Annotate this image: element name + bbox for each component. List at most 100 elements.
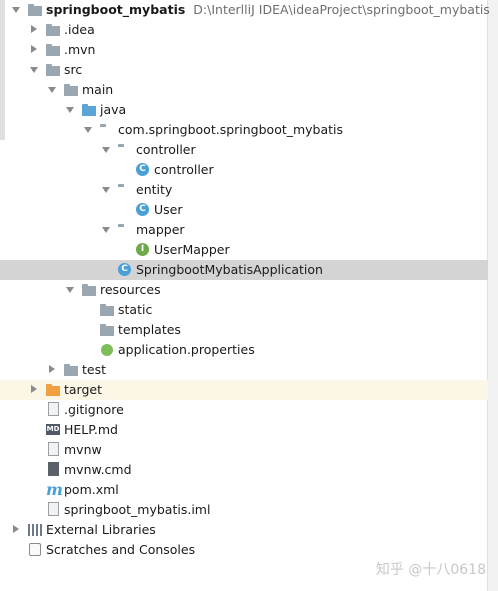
- tree-label: Scratches and Consoles: [46, 542, 196, 557]
- markdown-icon: MD: [46, 424, 60, 435]
- tree-node-controller-pkg[interactable]: controller: [0, 140, 488, 160]
- tree-label: mvnw: [64, 442, 102, 457]
- spring-class-icon: C: [118, 263, 131, 276]
- tree-label: application.properties: [118, 342, 255, 357]
- tree-label: External Libraries: [46, 522, 156, 537]
- tree-label: main: [82, 82, 114, 97]
- package-icon: [118, 143, 132, 157]
- tree-node-mvnw[interactable]: mvnw: [0, 440, 488, 460]
- excluded-folder-icon: [46, 383, 60, 397]
- file-icon: [48, 442, 59, 456]
- tree-label: User: [154, 202, 183, 217]
- tree-node-iml[interactable]: springboot_mybatis.iml: [0, 500, 488, 520]
- tree-node-app-props[interactable]: application.properties: [0, 340, 488, 360]
- chevron-down-icon[interactable]: [100, 220, 112, 240]
- tree-label: resources: [100, 282, 161, 297]
- tree-node-static[interactable]: static: [0, 300, 488, 320]
- tree-node-external-libraries[interactable]: External Libraries: [0, 520, 488, 540]
- chevron-down-icon[interactable]: [100, 180, 112, 200]
- class-icon: C: [136, 203, 149, 216]
- folder-icon: [100, 323, 114, 337]
- package-icon: [118, 183, 132, 197]
- chevron-right-icon[interactable]: [28, 380, 40, 400]
- chevron-down-icon[interactable]: [64, 280, 76, 300]
- tree-label: .mvn: [64, 42, 96, 57]
- tree-label: HELP.md: [64, 422, 118, 437]
- tree-node-java[interactable]: java: [0, 100, 488, 120]
- tree-label: springboot_mybatis.iml: [64, 502, 211, 517]
- chevron-down-icon[interactable]: [82, 120, 94, 140]
- tree-node-project[interactable]: springboot_mybatis D:\InterlliJ IDEA\idea…: [0, 0, 490, 20]
- project-path: D:\InterlliJ IDEA\ideaProject\springboot…: [193, 2, 490, 17]
- folder-icon: [64, 83, 78, 97]
- tree-label: target: [64, 382, 103, 397]
- cmd-file-icon: [48, 462, 59, 476]
- project-name: springboot_mybatis: [46, 2, 186, 17]
- chevron-down-icon[interactable]: [10, 0, 22, 20]
- tree-label: entity: [136, 182, 173, 197]
- tree-node-package[interactable]: com.springboot.springboot_mybatis: [0, 120, 488, 140]
- tree-node-test[interactable]: test: [0, 360, 488, 380]
- chevron-down-icon[interactable]: [100, 140, 112, 160]
- tree-label: .gitignore: [64, 402, 124, 417]
- tree-node-usermapper[interactable]: I UserMapper: [0, 240, 488, 260]
- package-icon: [100, 123, 114, 137]
- tree-label: templates: [118, 322, 181, 337]
- tree-node-app-class[interactable]: C SpringbootMybatisApplication: [0, 260, 488, 280]
- tree-node-controller-class[interactable]: C controller: [0, 160, 488, 180]
- source-folder-icon: [82, 103, 96, 117]
- tree-label: controller: [136, 142, 196, 157]
- file-icon: [48, 402, 59, 416]
- spring-leaf-icon: [101, 344, 113, 356]
- package-icon: [118, 223, 132, 237]
- tree-node-pom[interactable]: m pom.xml: [0, 480, 488, 500]
- tree-node-user-class[interactable]: C User: [0, 200, 488, 220]
- interface-icon: I: [136, 243, 149, 256]
- scratches-icon: [29, 543, 41, 556]
- tree-label: pom.xml: [64, 482, 119, 497]
- tree-node-target[interactable]: target: [0, 380, 488, 400]
- tree-label: controller: [154, 162, 214, 177]
- tree-label: test: [82, 362, 107, 377]
- tree-label: UserMapper: [154, 242, 230, 257]
- chevron-right-icon[interactable]: [10, 520, 22, 540]
- tree-node-resources[interactable]: resources: [0, 280, 488, 300]
- tree-label: mapper: [136, 222, 185, 237]
- project-tree: springboot_mybatis D:\InterlliJ IDEA\idea…: [0, 0, 490, 560]
- tree-label: src: [64, 62, 83, 77]
- chevron-down-icon[interactable]: [64, 100, 76, 120]
- tree-label: com.springboot.springboot_mybatis: [118, 122, 344, 137]
- tree-node-scratches[interactable]: Scratches and Consoles: [0, 540, 488, 560]
- tree-label: .idea: [64, 22, 95, 37]
- resources-folder-icon: [82, 283, 96, 297]
- tree-node-mapper-pkg[interactable]: mapper: [0, 220, 488, 240]
- tree-label: java: [100, 102, 127, 117]
- folder-icon: [100, 303, 114, 317]
- maven-icon: m: [46, 480, 63, 499]
- tree-node-help[interactable]: MD HELP.md: [0, 420, 488, 440]
- tree-node-templates[interactable]: templates: [0, 320, 488, 340]
- scrollbar-track[interactable]: [487, 0, 498, 591]
- tree-node-main[interactable]: main: [0, 80, 488, 100]
- tree-node-mvnw-cmd[interactable]: mvnw.cmd: [0, 460, 488, 480]
- class-icon: C: [136, 163, 149, 176]
- libraries-icon: [28, 524, 42, 536]
- folder-icon: [46, 63, 60, 77]
- iml-file-icon: [48, 502, 59, 516]
- tree-label: mvnw.cmd: [64, 462, 132, 477]
- chevron-right-icon[interactable]: [28, 20, 40, 40]
- chevron-right-icon[interactable]: [28, 40, 40, 60]
- chevron-right-icon[interactable]: [46, 360, 58, 380]
- tree-node-idea[interactable]: .idea: [0, 20, 488, 40]
- tree-node-entity-pkg[interactable]: entity: [0, 180, 488, 200]
- tree-node-src[interactable]: src: [0, 60, 488, 80]
- tree-label: static: [118, 302, 153, 317]
- module-folder-icon: [28, 3, 42, 17]
- tree-node-mvn[interactable]: .mvn: [0, 40, 488, 60]
- chevron-down-icon[interactable]: [28, 60, 40, 80]
- tree-label: SpringbootMybatisApplication: [136, 262, 323, 277]
- tree-node-gitignore[interactable]: .gitignore: [0, 400, 488, 420]
- chevron-down-icon[interactable]: [46, 80, 58, 100]
- folder-icon: [46, 23, 60, 37]
- watermark: 知乎 @十八0618: [375, 562, 486, 578]
